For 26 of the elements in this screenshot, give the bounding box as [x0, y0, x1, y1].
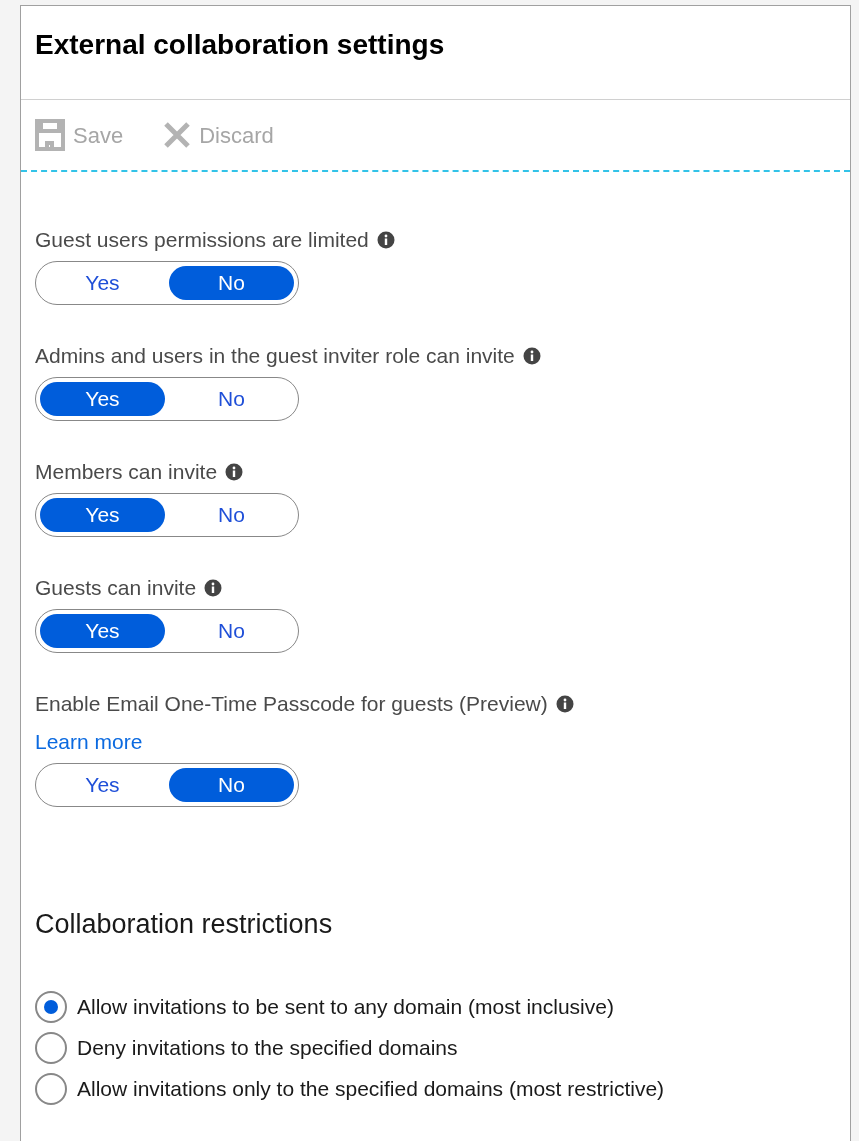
radio-label: Allow invitations only to the specified domains (most restrictive)	[77, 1076, 665, 1102]
radio-button[interactable]	[35, 1032, 67, 1064]
info-icon	[555, 695, 574, 713]
toggle-option[interactable]: Yes	[40, 614, 165, 648]
save-icon	[35, 119, 65, 151]
radio-label: Deny invitations to the specified domains	[77, 1035, 458, 1061]
setting-label: Admins and users in the guest inviter role can invite	[35, 343, 515, 369]
toggle-option[interactable]: No	[169, 768, 294, 802]
setting-label: Enable Email One-Time Passcode for guests (Preview)	[35, 691, 548, 717]
panel-title: External collaboration settings	[35, 28, 445, 62]
info-icon	[225, 463, 244, 481]
learn-more-link[interactable]: Learn more	[35, 729, 143, 755]
toggle-option[interactable]: No	[169, 266, 294, 300]
setting-label: Guest users permissions are limited	[35, 227, 369, 253]
section-heading: Collaboration restrictions	[35, 908, 333, 941]
setting-label: Members can invite	[35, 459, 218, 485]
close-icon	[163, 121, 192, 149]
toggle-option[interactable]: Yes	[40, 382, 165, 416]
radio-button[interactable]	[35, 991, 67, 1023]
setting-label: Guests can invite	[35, 575, 197, 601]
info-icon	[204, 579, 223, 597]
radio-button[interactable]	[35, 1073, 67, 1105]
radio-label: Allow invitations to be sent to any domain (most inclusive)	[77, 994, 614, 1020]
toggle-option[interactable]: Yes	[40, 498, 165, 532]
info-icon	[376, 231, 395, 249]
info-icon	[522, 347, 541, 365]
